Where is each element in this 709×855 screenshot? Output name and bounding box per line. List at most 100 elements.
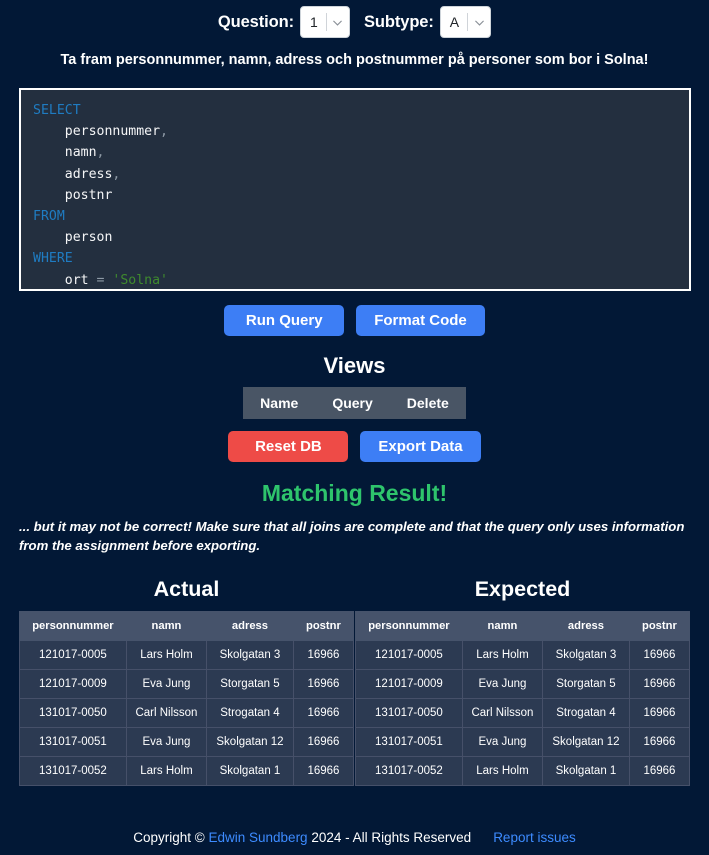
table-cell: Skolgatan 12 [542,727,630,757]
table-row: 131017-0051 Eva Jung Skolgatan 12 16966 [355,727,691,757]
query-action-row: Run Query Format Code [0,305,709,336]
expected-result-panel: Expected personnummer namn adress postnr 12… [355,577,691,786]
question-prompt: Ta fram personnummer, namn, adress och p… [60,52,649,68]
column-header-postnr: postnr [292,611,355,641]
report-issues-link[interactable]: Report issues [493,830,576,845]
table-row: 121017-0005 Lars Holm Skolgatan 3 16966 [19,640,355,670]
table-cell: Skolgatan 1 [542,756,630,786]
subtype-select[interactable]: A [439,6,492,38]
table-cell: Strogatan 4 [542,698,630,728]
code-token: adress [33,166,113,182]
sql-editor[interactable]: SELECT personnummer, namn, adress, postn… [19,88,691,291]
copyright-line: Copyright © Edwin Sundberg 2024 - All Ri… [133,830,471,845]
views-column-header: Name [243,387,316,419]
copyright-suffix: 2024 - All Rights Reserved [311,829,472,845]
question-select[interactable]: 1 [299,6,350,38]
table-row: 121017-0005 Lars Holm Skolgatan 3 16966 [355,640,691,670]
table-cell: 16966 [628,727,691,757]
table-cell: 121017-0009 [19,669,127,699]
table-row: 121017-0009 Eva Jung Storgatan 5 16966 [19,669,355,699]
run-query-button[interactable]: Run Query [224,305,345,336]
code-token: namn [33,145,97,161]
table-cell: 131017-0051 [355,727,463,757]
table-cell: Skolgatan 12 [206,727,294,757]
code-token: 'Solna' [112,272,168,288]
table-cell: Skolgatan 3 [206,640,294,670]
table-cell: Lars Holm [461,640,544,670]
actual-title: Actual [153,577,220,601]
table-cell: Eva Jung [461,669,544,699]
table-cell: Skolgatan 1 [206,756,294,786]
expected-table-body: 121017-0005 Lars Holm Skolgatan 3 16966 1210… [355,640,691,786]
subtype-label: Subtype: [363,12,434,31]
code-token: personnummer [33,124,161,140]
table-row: 131017-0050 Carl Nilsson Strogatan 4 16966 [355,698,691,728]
table-cell: 131017-0052 [19,756,127,786]
column-header-personnummer: personnummer [355,611,463,641]
actual-table: personnummer namn adress postnr 121017-0005… [19,611,355,786]
code-token: , [96,145,105,161]
table-cell: 16966 [292,727,355,757]
table-row: 131017-0052 Lars Holm Skolgatan 1 16966 [19,756,355,786]
table-header-row: personnummer namn adress postnr [355,611,691,641]
table-cell: Skolgatan 3 [542,640,630,670]
table-row: 131017-0051 Eva Jung Skolgatan 12 16966 [19,727,355,757]
chevron-down-icon [327,16,349,29]
reset-db-button[interactable]: Reset DB [228,431,349,462]
db-action-row: Reset DB Export Data [0,431,709,462]
subtype-selector-group: Subtype: A [363,6,492,38]
column-header-personnummer: personnummer [19,611,127,641]
format-code-button[interactable]: Format Code [356,305,485,336]
table-cell: 16966 [292,669,355,699]
table-cell: 131017-0050 [19,698,127,728]
table-cell: 131017-0052 [355,756,463,786]
column-header-adress: adress [206,611,294,641]
views-column-header: Delete [389,387,466,419]
table-cell: 131017-0051 [19,727,127,757]
actual-table-body: 121017-0005 Lars Holm Skolgatan 3 16966 1210… [19,640,355,786]
code-token: , [112,166,121,182]
column-header-adress: adress [542,611,630,641]
table-cell: 16966 [292,756,355,786]
table-cell: 16966 [628,756,691,786]
table-cell: 121017-0005 [355,640,463,670]
expected-title: Expected [474,577,571,601]
table-cell: Carl Nilsson [461,698,544,728]
views-table-wrap: Name Query Delete [0,387,709,419]
code-token: ort [33,272,97,288]
chevron-down-icon [468,16,490,29]
code-token: WHERE [33,251,73,267]
result-warning-note: ... but it may not be correct! Make sure… [19,519,685,553]
views-column-header: Query [315,387,390,419]
expected-table: personnummer namn adress postnr 121017-0005… [355,611,691,786]
code-token: SELECT [33,103,81,118]
author-link[interactable]: Edwin Sundberg [209,830,308,845]
question-selector-group: Question: 1 [218,6,350,38]
table-cell: Lars Holm [461,756,544,786]
export-data-button[interactable]: Export Data [360,431,481,462]
column-header-postnr: postnr [628,611,691,641]
actual-result-panel: Actual personnummer namn adress postnr 1210… [19,577,355,786]
code-token: FROM [33,209,65,225]
column-header-namn: namn [461,611,544,641]
table-cell: Eva Jung [461,727,544,757]
table-cell: Lars Holm [125,756,208,786]
code-token: = [96,272,113,288]
table-cell: 121017-0009 [355,669,463,699]
table-row: 131017-0052 Lars Holm Skolgatan 1 16966 [355,756,691,786]
table-cell: Eva Jung [125,727,208,757]
table-cell: Carl Nilsson [125,698,208,728]
results-comparison: Actual personnummer namn adress postnr 1210… [19,577,691,786]
table-cell: Storgatan 5 [206,669,294,699]
views-heading: Views [323,353,386,378]
sql-editor-content[interactable]: SELECT personnummer, namn, adress, postn… [33,100,677,289]
views-table: Name Query Delete [243,387,466,419]
table-cell: Strogatan 4 [206,698,294,728]
table-cell: 121017-0005 [19,640,127,670]
code-token: , [160,124,168,140]
table-cell: Lars Holm [125,640,208,670]
table-cell: 16966 [628,698,691,728]
table-cell: 16966 [292,640,355,670]
code-token: postnr [33,187,113,203]
table-cell: 16966 [292,698,355,728]
